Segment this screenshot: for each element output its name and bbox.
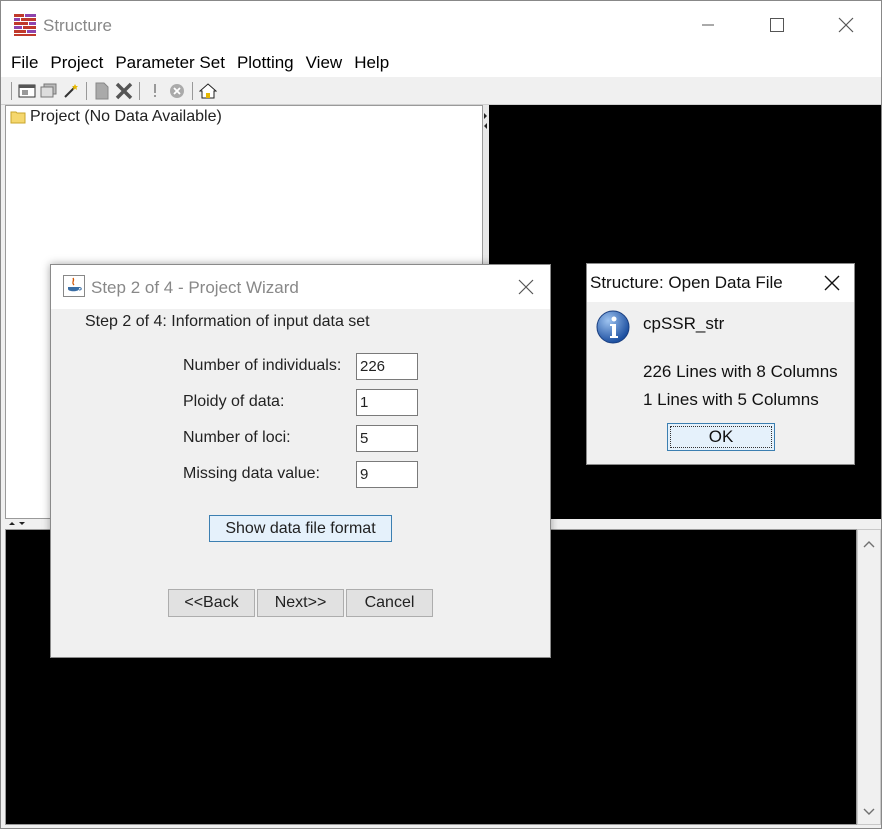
data-file-name: cpSSR_str [643,314,725,333]
home-icon [199,82,217,98]
message-line: 226 Lines with 8 Columns [643,362,838,381]
minimize-icon [702,24,714,26]
structure-main-window: Structure File Project Parameter Set Plo… [0,0,882,829]
maximize-button[interactable] [742,1,812,49]
scroll-up-button[interactable] [858,534,880,554]
folder-icon [10,111,26,124]
loci-label: Number of loci: [183,429,291,446]
new-project-icon [18,84,36,97]
wizard-close-button[interactable] [513,275,539,299]
close-icon [824,275,840,291]
menu-parameter-set[interactable]: Parameter Set [109,49,231,77]
scroll-down-button[interactable] [858,802,880,822]
open-project-icon [40,83,57,97]
ploidy-label: Ploidy of data: [183,393,285,410]
next-button[interactable]: Next>> [257,589,344,617]
new-project-button[interactable] [16,80,38,102]
show-format-button[interactable]: Show data file format [209,515,392,542]
loci-field[interactable]: 5 [356,425,418,452]
open-project-button[interactable] [38,80,60,102]
document-button[interactable] [91,80,113,102]
chevron-down-icon [863,808,875,815]
window-close-button[interactable] [811,1,881,49]
minimize-button[interactable] [673,1,743,49]
menu-project[interactable]: Project [44,49,109,77]
ploidy-field[interactable]: 1 [356,389,418,416]
cancel-button[interactable]: Cancel [346,589,433,617]
stop-button[interactable] [166,80,188,102]
info-button[interactable] [144,80,166,102]
wizard-title: Step 2 of 4 - Project Wizard [91,278,299,297]
tree-root-node[interactable]: Project (No Data Available) [10,108,222,126]
project-wizard-dialog: Step 2 of 4 - Project Wizard Step 2 of 4… [50,264,551,658]
document-icon [95,82,109,99]
toolbar-separator [192,81,193,100]
message-close-button[interactable] [819,271,845,295]
open-data-file-dialog: Structure: Open Data File cpSSR_str 226 … [586,263,855,465]
wand-button[interactable] [60,80,82,102]
info-icon [596,310,630,344]
menu-bar: File Project Parameter Set Plotting View… [1,49,881,77]
message-title: Structure: Open Data File [590,273,783,292]
back-button[interactable]: <<Back [168,589,255,617]
structure-app-icon [13,13,37,37]
wizard-title-bar[interactable]: Step 2 of 4 - Project Wizard [51,265,550,309]
menu-help[interactable]: Help [348,49,395,77]
individuals-field[interactable]: 226 [356,353,418,380]
toolbar [1,77,881,105]
delete-button[interactable] [113,80,135,102]
toolbar-separator [11,81,12,100]
ok-button[interactable]: OK [667,423,775,451]
toolbar-separator [86,81,87,100]
menu-view[interactable]: View [300,49,349,77]
home-button[interactable] [197,80,219,102]
individuals-label: Number of individuals: [183,357,342,374]
title-bar[interactable]: Structure [1,1,881,49]
tree-root-label: Project (No Data Available) [30,108,222,125]
close-icon [838,17,854,33]
message-title-bar[interactable]: Structure: Open Data File [587,264,854,302]
chevron-up-icon [863,541,875,548]
wizard-heading: Step 2 of 4: Information of input data s… [85,313,370,330]
wand-icon [64,83,78,98]
close-icon [518,279,534,295]
window-title: Structure [43,16,112,35]
menu-file[interactable]: File [5,49,44,77]
message-line: 1 Lines with 5 Columns [643,390,819,409]
maximize-icon [770,18,784,32]
toolbar-separator [139,81,140,100]
delete-icon [115,82,133,99]
menu-plotting[interactable]: Plotting [231,49,300,77]
info-icon [154,83,156,97]
missing-value-label: Missing data value: [183,465,320,482]
missing-value-field[interactable]: 9 [356,461,418,488]
java-icon [63,275,85,297]
console-scrollbar[interactable] [857,529,881,825]
stop-icon [170,83,184,98]
splitter-arrow-icon [9,522,25,525]
